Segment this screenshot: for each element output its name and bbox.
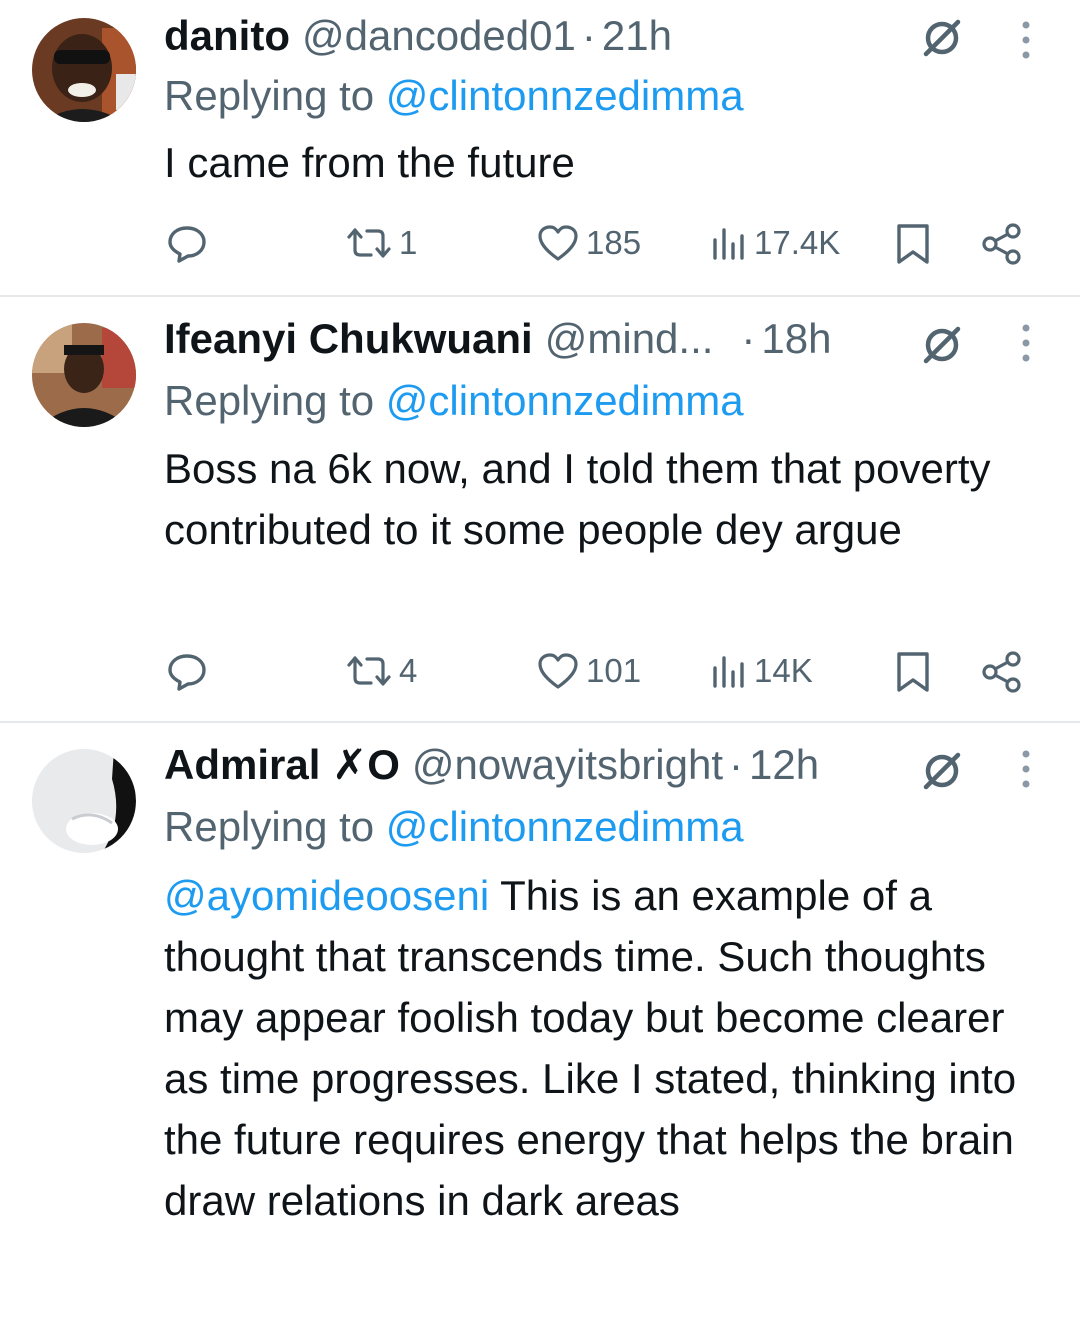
reply-button[interactable] xyxy=(166,650,208,692)
separator-dot: · xyxy=(741,315,756,362)
replying-to: Replying to @clintonnzedimma xyxy=(164,801,744,853)
grok-icon[interactable] xyxy=(918,747,966,795)
tweet-body: This is an example of a thought that tra… xyxy=(164,872,1017,1224)
views-icon xyxy=(713,228,744,260)
replying-to: Replying to @clintonnzedimma xyxy=(164,70,744,122)
tweet-body: I came from the future xyxy=(164,139,575,186)
bookmark-button[interactable] xyxy=(893,222,933,266)
like-count: 101 xyxy=(586,652,642,689)
separator-dot: · xyxy=(581,12,596,59)
tweet-2[interactable]: Ifeanyi Chukwuani @mind... · 18h Replyin… xyxy=(0,297,1080,721)
retweet-button[interactable]: 1 xyxy=(345,222,417,264)
retweet-icon xyxy=(347,656,391,686)
more-icon[interactable] xyxy=(1016,321,1036,365)
views-button[interactable]: 14K xyxy=(710,650,813,692)
tweet-header: Ifeanyi Chukwuani @mind... · 18h xyxy=(164,315,832,363)
display-name[interactable]: Admiral ✗O xyxy=(164,741,400,789)
timestamp[interactable]: 12h xyxy=(749,741,819,789)
share-icon xyxy=(982,223,1021,265)
replying-to-mention[interactable]: @clintonnzedimma xyxy=(386,803,744,850)
bookmark-icon xyxy=(897,652,929,692)
share-button[interactable] xyxy=(980,222,1024,266)
views-button[interactable]: 17.4K xyxy=(710,222,840,264)
retweet-count: 1 xyxy=(399,224,418,261)
bookmark-icon xyxy=(897,224,929,264)
retweet-button[interactable]: 4 xyxy=(345,650,417,692)
avatar[interactable] xyxy=(32,323,136,427)
timestamp[interactable]: 18h xyxy=(761,315,831,363)
tweet-1[interactable]: danito @dancoded01 · 21h Replying to @cl… xyxy=(0,0,1080,296)
tweet-text: Boss na 6k now, and I told them that pov… xyxy=(164,438,1054,560)
user-handle[interactable]: @dancoded01 xyxy=(302,12,576,60)
heart-icon xyxy=(538,225,578,261)
display-name[interactable]: danito xyxy=(164,12,290,60)
views-icon xyxy=(713,656,744,688)
share-icon xyxy=(982,651,1021,693)
share-button[interactable] xyxy=(980,650,1024,694)
bookmark-button[interactable] xyxy=(893,650,933,694)
tweet-header: Admiral ✗O @nowayitsbright · 12h xyxy=(164,741,819,789)
display-name[interactable]: Ifeanyi Chukwuani xyxy=(164,315,533,363)
avatar[interactable] xyxy=(32,18,136,122)
replying-to: Replying to @clintonnzedimma xyxy=(164,375,744,427)
separator-dot: · xyxy=(729,741,744,788)
replying-to-label: Replying to xyxy=(164,803,375,850)
tweet-text: @ayomideooseni This is an example of a t… xyxy=(164,865,1054,1231)
replying-to-mention[interactable]: @clintonnzedimma xyxy=(386,72,744,119)
grok-icon[interactable] xyxy=(918,321,966,369)
more-icon[interactable] xyxy=(1016,747,1036,791)
tweet-body: Boss na 6k now, and I told them that pov… xyxy=(164,445,991,553)
like-button[interactable]: 101 xyxy=(536,650,641,692)
replying-to-mention[interactable]: @clintonnzedimma xyxy=(386,377,744,424)
reply-icon xyxy=(168,654,206,691)
tweet-text: I came from the future xyxy=(164,132,1054,193)
heart-icon xyxy=(538,653,578,689)
like-button[interactable]: 185 xyxy=(536,222,641,264)
more-icon[interactable] xyxy=(1016,18,1036,62)
timestamp[interactable]: 21h xyxy=(602,12,672,60)
like-count: 185 xyxy=(586,224,642,261)
user-handle[interactable]: @nowayitsbright xyxy=(412,741,723,789)
avatar[interactable] xyxy=(32,749,136,853)
replying-to-label: Replying to xyxy=(164,377,375,424)
replying-to-label: Replying to xyxy=(164,72,375,119)
views-count: 14K xyxy=(754,652,813,689)
retweet-count: 4 xyxy=(399,652,418,689)
views-count: 17.4K xyxy=(754,224,841,261)
retweet-icon xyxy=(347,228,391,258)
tweet-3[interactable]: Admiral ✗O @nowayitsbright · 12h Replyin… xyxy=(0,723,1080,1318)
body-mention[interactable]: @ayomideooseni xyxy=(164,872,489,919)
reply-icon xyxy=(168,226,206,263)
user-handle[interactable]: @mind... xyxy=(545,315,714,363)
tweet-header: danito @dancoded01 · 21h xyxy=(164,12,672,60)
reply-button[interactable] xyxy=(166,222,208,264)
grok-icon[interactable] xyxy=(918,14,966,62)
